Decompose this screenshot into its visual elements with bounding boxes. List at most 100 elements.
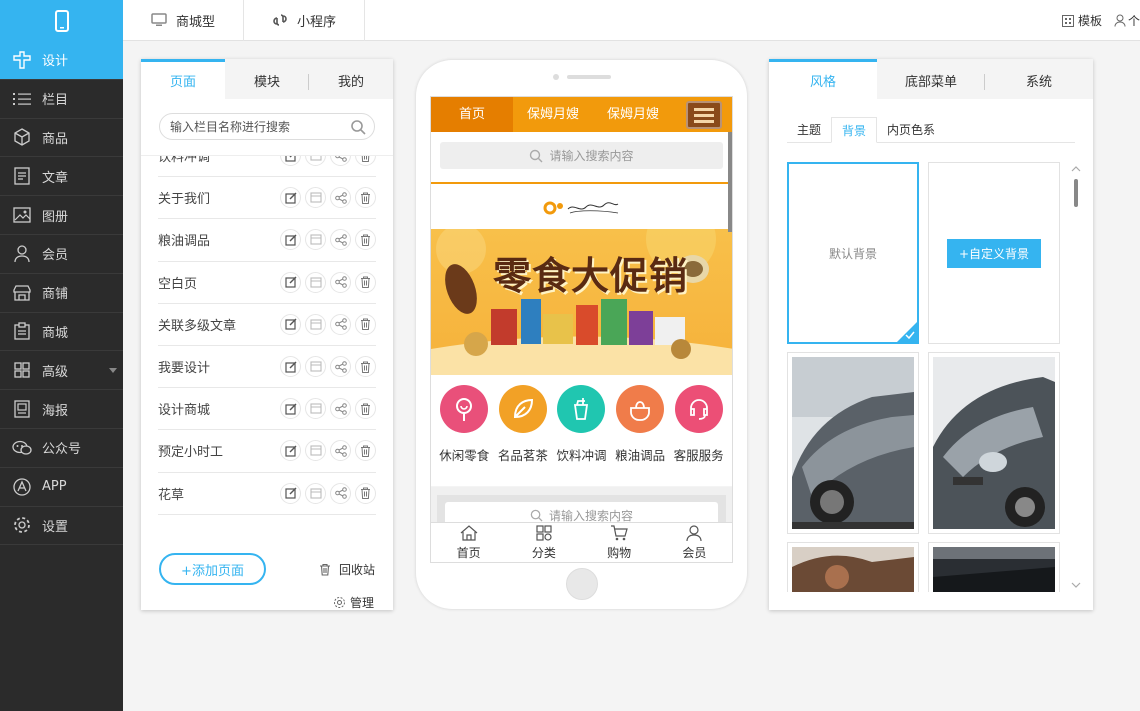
share-icon[interactable] (330, 229, 351, 251)
category-item[interactable]: 休闲零食 (435, 385, 494, 486)
tab-pages[interactable]: 页面 (141, 59, 225, 99)
sidebar-item-9[interactable]: 海报 (0, 390, 123, 429)
sidebar-item-8[interactable]: 高级 (0, 351, 123, 391)
manage-button[interactable]: 管理 (333, 594, 374, 611)
trash-icon[interactable] (355, 156, 376, 167)
copy-icon[interactable] (305, 187, 326, 209)
trash-icon[interactable] (355, 440, 376, 462)
phone-nav-item-2[interactable]: 保姆月嫂 (593, 97, 673, 132)
search-icon[interactable] (350, 119, 366, 135)
trash-icon[interactable] (355, 271, 376, 293)
page-search-input[interactable]: 输入栏目名称进行搜索 (159, 113, 375, 140)
phone-scrollbar[interactable] (728, 132, 732, 232)
phone-bottom-item[interactable]: 分类 (506, 523, 581, 562)
car-background-option-4[interactable] (928, 542, 1060, 592)
page-list-item[interactable]: 花草 (158, 473, 376, 515)
edit-icon[interactable] (280, 229, 301, 251)
scrollbar-thumb[interactable] (1074, 179, 1078, 207)
phone-bottom-item[interactable]: 首页 (431, 523, 506, 562)
share-icon[interactable] (330, 356, 351, 378)
share-icon[interactable] (330, 156, 351, 167)
sidebar-item-10[interactable]: 公众号 (0, 429, 123, 468)
edit-icon[interactable] (280, 440, 301, 462)
sidebar-item-12[interactable]: 设置 (0, 507, 123, 546)
tab-system[interactable]: 系统 (985, 62, 1093, 99)
tab-mine[interactable]: 我的 (309, 62, 393, 99)
category-item[interactable]: 客服服务 (669, 385, 728, 486)
tab-mini-program[interactable]: 小程序 (244, 0, 366, 41)
phone-search-input[interactable]: 请输入搜索内容 (440, 142, 723, 169)
phone-bottom-item[interactable]: 购物 (582, 523, 657, 562)
sidebar-item-2[interactable]: 商品 (0, 119, 123, 158)
car-background-option-2[interactable] (928, 352, 1060, 534)
phone-bottom-item[interactable]: 会员 (657, 523, 732, 562)
chevron-up-icon[interactable] (1071, 165, 1081, 173)
copy-icon[interactable] (305, 482, 326, 504)
edit-icon[interactable] (280, 187, 301, 209)
category-item[interactable]: 名品茗茶 (494, 385, 553, 486)
default-background-option[interactable]: 默认背景 (787, 162, 919, 344)
page-list-item[interactable]: 关于我们 (158, 177, 376, 220)
share-icon[interactable] (330, 187, 351, 209)
sidebar-item-5[interactable]: 会员 (0, 235, 123, 274)
style-panel-scrollbar[interactable] (1071, 165, 1081, 589)
recycle-bin-button[interactable]: 回收站 (319, 561, 375, 578)
trash-icon[interactable] (355, 313, 376, 335)
user-menu[interactable]: 个 (1114, 12, 1140, 29)
copy-icon[interactable] (305, 271, 326, 293)
page-list-item[interactable]: 设计商城 (158, 388, 376, 431)
share-icon[interactable] (330, 313, 351, 335)
edit-icon[interactable] (280, 156, 301, 167)
copy-icon[interactable] (305, 356, 326, 378)
tab-mall-type[interactable]: 商城型 (123, 0, 245, 41)
custom-background-button[interactable]: +自定义背景 (946, 238, 1042, 268)
trash-icon[interactable] (355, 398, 376, 420)
sidebar-item-11[interactable]: APP (0, 468, 123, 507)
page-list-item[interactable]: 粮油调品 (158, 219, 376, 262)
copy-icon[interactable] (305, 156, 326, 167)
promo-banner[interactable]: 零食大促销 (431, 229, 732, 375)
copy-icon[interactable] (305, 313, 326, 335)
chevron-down-icon[interactable] (1071, 581, 1081, 589)
edit-icon[interactable] (280, 271, 301, 293)
page-list-item[interactable]: 饮料冲调 (158, 156, 376, 178)
phone-nav-home[interactable]: 首页 (431, 97, 513, 132)
page-list-item[interactable]: 关联多级文章 (158, 304, 376, 346)
tab-modules[interactable]: 模块 (225, 62, 309, 99)
tab-style[interactable]: 风格 (769, 59, 877, 99)
tab-bottom-menu[interactable]: 底部菜单 (877, 62, 985, 99)
sidebar-item-6[interactable]: 商铺 (0, 274, 123, 313)
add-page-button[interactable]: +添加页面 (159, 553, 266, 585)
mobile-logo[interactable] (0, 0, 123, 41)
copy-icon[interactable] (305, 440, 326, 462)
sidebar-item-3[interactable]: 文章 (0, 157, 123, 197)
share-icon[interactable] (330, 482, 351, 504)
car-background-option-3[interactable] (787, 542, 919, 592)
subtab-theme[interactable]: 主题 (787, 117, 831, 142)
sidebar-item-4[interactable]: 图册 (0, 196, 123, 235)
car-background-option-1[interactable] (787, 352, 919, 534)
page-list-item[interactable]: 我要设计 (158, 346, 376, 389)
edit-icon[interactable] (280, 356, 301, 378)
copy-icon[interactable] (305, 398, 326, 420)
page-list-item[interactable]: 空白页 (158, 262, 376, 304)
trash-icon[interactable] (355, 482, 376, 504)
category-item[interactable]: 饮料冲调 (552, 385, 611, 486)
edit-icon[interactable] (280, 482, 301, 504)
share-icon[interactable] (330, 440, 351, 462)
share-icon[interactable] (330, 271, 351, 293)
trash-icon[interactable] (355, 229, 376, 251)
page-list-item[interactable]: 预定小时工 (158, 430, 376, 473)
sidebar-item-7[interactable]: 商城 (0, 313, 123, 352)
sidebar-item-0[interactable]: 设计 (0, 41, 123, 80)
edit-icon[interactable] (280, 398, 301, 420)
category-item[interactable]: 粮油调品 (611, 385, 670, 486)
sidebar-item-1[interactable]: 栏目 (0, 80, 123, 119)
phone-nav-item-1[interactable]: 保姆月嫂 (513, 97, 593, 132)
menu-icon[interactable] (686, 101, 722, 129)
trash-icon[interactable] (355, 187, 376, 209)
template-button[interactable]: 模板 (1061, 12, 1102, 29)
share-icon[interactable] (330, 398, 351, 420)
subtab-background[interactable]: 背景 (831, 117, 878, 143)
subtab-inner-color[interactable]: 内页色系 (877, 117, 945, 142)
